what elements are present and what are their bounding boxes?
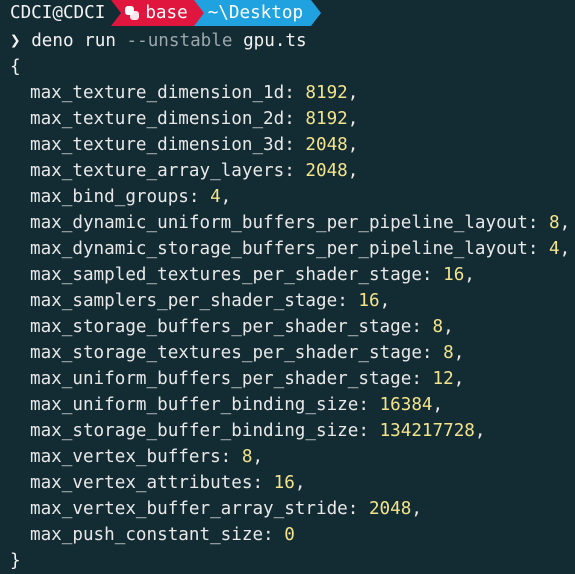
- entry-separator: ,: [252, 447, 264, 467]
- entry-value: 4: [210, 187, 221, 207]
- output-entry: max_texture_dimension_2d: 8192,: [30, 109, 359, 129]
- entry-key: max_dynamic_uniform_buffers_per_pipeline…: [30, 213, 528, 233]
- user-host-label: CDCI@CDCI: [10, 3, 106, 23]
- output-entry: max_texture_dimension_1d: 8192,: [30, 83, 359, 103]
- output-entry: max_vertex_buffer_array_stride: 2048,: [30, 499, 422, 519]
- entry-separator: ,: [559, 239, 571, 259]
- entry-separator: ,: [559, 213, 571, 233]
- entry-value: 16384: [379, 395, 433, 415]
- segment-arrow: [193, 0, 204, 26]
- entry-value: 16: [358, 291, 380, 311]
- entry-value: 8: [549, 213, 560, 233]
- entry-key: max_texture_array_layers: [30, 161, 285, 181]
- output-entry: max_push_constant_size: 0: [30, 525, 295, 545]
- entry-separator: ,: [432, 395, 444, 415]
- entry-value: 16: [273, 473, 295, 493]
- entry-separator: ,: [443, 317, 454, 337]
- output-entry: max_storage_buffers_per_shader_stage: 8,: [30, 317, 454, 337]
- command-line: ❯ deno run --unstable gpu.ts: [10, 28, 307, 54]
- entry-key: max_texture_dimension_2d: [30, 109, 285, 129]
- prompt-env-segment: base: [111, 0, 204, 26]
- entry-value: 2048: [368, 499, 412, 519]
- entry-separator: ,: [347, 109, 359, 129]
- entry-key: max_storage_textures_per_shader_stage: [30, 343, 422, 363]
- entry-separator: ,: [220, 187, 232, 207]
- output-entry: max_uniform_buffers_per_shader_stage: 12…: [30, 369, 465, 389]
- output-entry: max_storage_buffer_binding_size: 1342177…: [30, 421, 486, 441]
- python-icon: [125, 6, 140, 20]
- entry-separator: ,: [294, 473, 306, 493]
- entry-separator: ,: [347, 161, 359, 181]
- entry-separator: ,: [453, 343, 465, 363]
- command-file: gpu.ts: [243, 31, 307, 51]
- entry-separator: ,: [347, 135, 359, 155]
- output-entry: max_texture_dimension_3d: 2048,: [30, 135, 359, 155]
- entry-key: max_texture_dimension_3d: [30, 135, 285, 155]
- entry-value: 8192: [305, 83, 348, 103]
- entry-value: 8192: [305, 109, 348, 129]
- command-program: deno: [31, 31, 74, 51]
- shell-prompt: CDCI@CDCI base ~\Desktop: [0, 0, 322, 26]
- output-entry: max_vertex_buffers: 8,: [30, 447, 264, 467]
- command-flag: --unstable: [126, 31, 233, 51]
- entry-value: 2048: [305, 135, 348, 155]
- entry-separator: ,: [474, 421, 486, 441]
- output-entry: max_texture_array_layers: 2048,: [30, 161, 359, 181]
- segment-arrow: [311, 0, 322, 26]
- entry-key: max_samplers_per_shader_stage: [30, 291, 338, 311]
- entry-key: max_storage_buffer_binding_size: [30, 421, 359, 441]
- open-brace: {: [10, 57, 21, 77]
- prompt-chevron-icon: ❯: [10, 31, 21, 51]
- entry-value: 12: [432, 369, 454, 389]
- output-entry: max_samplers_per_shader_stage: 16,: [30, 291, 391, 311]
- entry-value: 8: [443, 343, 454, 363]
- entry-key: max_vertex_buffers: [30, 447, 221, 467]
- entry-key: max_vertex_attributes: [30, 473, 253, 493]
- entry-key: max_vertex_buffer_array_stride: [30, 499, 348, 519]
- output-entry: max_dynamic_storage_buffers_per_pipeline…: [30, 239, 571, 259]
- entry-separator: ,: [453, 369, 465, 389]
- entry-separator: ,: [411, 499, 422, 519]
- entry-key: max_dynamic_storage_buffers_per_pipeline…: [30, 239, 528, 259]
- output-entry: max_bind_groups: 4,: [30, 187, 232, 207]
- entry-value: 0: [284, 525, 295, 545]
- env-name-label: base: [145, 3, 188, 23]
- output-entry: max_uniform_buffer_binding_size: 16384,: [30, 395, 444, 415]
- entry-separator: ,: [379, 291, 391, 311]
- prompt-cwd-segment: ~\Desktop: [193, 0, 322, 26]
- segment-arrow: [111, 0, 122, 26]
- output-entry: max_storage_textures_per_shader_stage: 8…: [30, 343, 465, 363]
- entry-value: 8: [432, 317, 444, 337]
- entry-key: max_uniform_buffers_per_shader_stage: [30, 369, 412, 389]
- command-subcommand: run: [84, 31, 116, 51]
- entry-key: max_uniform_buffer_binding_size: [30, 395, 359, 415]
- entry-value: 134217728: [379, 421, 475, 441]
- prompt-user-host: CDCI@CDCI: [0, 0, 122, 26]
- entry-separator: ,: [464, 265, 475, 285]
- entry-key: max_push_constant_size: [30, 525, 264, 545]
- entry-value: 16: [443, 265, 465, 285]
- entry-value: 8: [241, 447, 253, 467]
- entry-key: max_texture_dimension_1d: [30, 83, 285, 103]
- close-brace: }: [10, 551, 21, 571]
- entry-value: 4: [549, 239, 560, 259]
- entry-key: max_storage_buffers_per_shader_stage: [30, 317, 412, 337]
- entry-key: max_sampled_textures_per_shader_stage: [30, 265, 422, 285]
- output-entry: max_dynamic_uniform_buffers_per_pipeline…: [30, 213, 571, 233]
- output-entry: max_sampled_textures_per_shader_stage: 1…: [30, 265, 475, 285]
- entry-key: max_bind_groups: [30, 187, 189, 207]
- cwd-label: ~\Desktop: [207, 3, 304, 23]
- output-entry: max_vertex_attributes: 16,: [30, 473, 306, 493]
- entry-separator: ,: [347, 83, 359, 103]
- entry-value: 2048: [305, 161, 348, 181]
